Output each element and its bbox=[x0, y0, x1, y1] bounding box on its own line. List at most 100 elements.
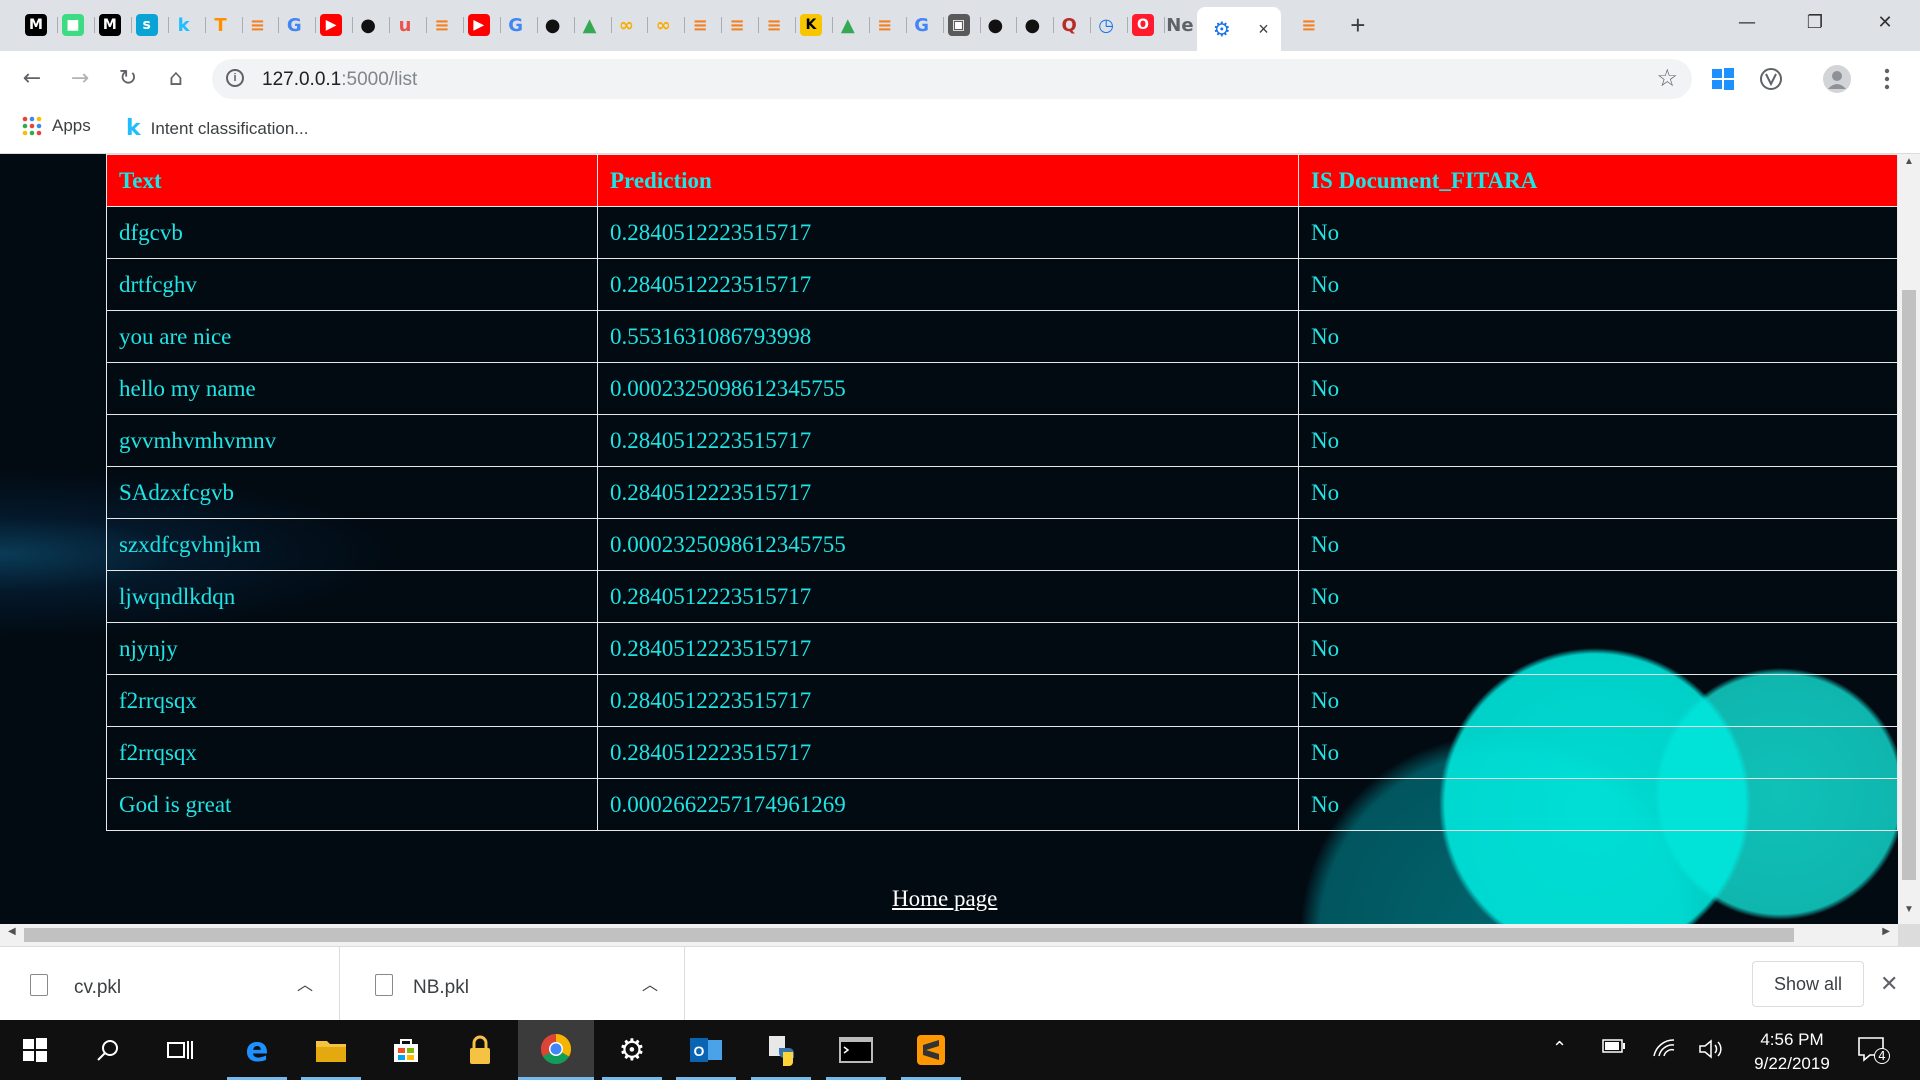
close-download-shelf-icon[interactable]: ✕ bbox=[1880, 971, 1898, 997]
cell-text: you are nice bbox=[106, 310, 598, 363]
cell-prediction: 0.2840512223515717 bbox=[597, 674, 1299, 727]
start-button[interactable] bbox=[0, 1020, 70, 1080]
settings-gear-icon: ⚙ bbox=[1212, 17, 1231, 41]
home-page-link[interactable]: Home page bbox=[892, 886, 997, 912]
file-icon bbox=[375, 974, 393, 996]
medium-icon: M bbox=[98, 14, 121, 36]
windows-extension-icon[interactable] bbox=[1708, 64, 1738, 94]
taskbar-chrome[interactable] bbox=[518, 1020, 594, 1080]
chevron-up-icon[interactable]: ︿ bbox=[297, 971, 313, 995]
taskbar-lock-app[interactable] bbox=[444, 1020, 516, 1080]
system-clock[interactable]: 4:56 PM 9/22/2019 bbox=[1740, 1028, 1844, 1076]
task-view-button[interactable] bbox=[144, 1020, 216, 1080]
history-icon: ◷ bbox=[1098, 14, 1114, 36]
download-filename: cv.pkl bbox=[74, 977, 122, 998]
address-bar[interactable]: i 127.0.0.1:5000/list ☆ bbox=[212, 59, 1692, 99]
scroll-right-arrow-icon[interactable]: ▶ bbox=[1882, 926, 1890, 937]
url-text[interactable]: 127.0.0.1:5000/list bbox=[262, 69, 417, 91]
clock-time: 4:56 PM bbox=[1760, 1030, 1824, 1049]
cell-prediction: 0.2840512223515717 bbox=[597, 206, 1299, 259]
cell-is-document: No bbox=[1298, 258, 1898, 311]
vertical-scrollbar[interactable]: ▲ ▼ bbox=[1898, 154, 1920, 924]
back-button[interactable]: ← bbox=[16, 63, 48, 95]
bookmark-intent-classification[interactable]: k Intent classification... bbox=[126, 116, 308, 141]
site-info-icon[interactable]: i bbox=[226, 69, 244, 87]
cell-text: SAdzxfcgvb bbox=[106, 466, 598, 519]
browser-tab[interactable]: ≡ bbox=[1287, 7, 1331, 43]
active-browser-tab[interactable]: ⚙ × bbox=[1196, 7, 1281, 51]
chrome-icon bbox=[540, 1033, 572, 1064]
forward-button[interactable]: → bbox=[64, 63, 96, 95]
minimize-window-button[interactable]: — bbox=[1724, 8, 1770, 38]
reload-button[interactable]: ↻ bbox=[112, 63, 144, 95]
cell-prediction: 0.2840512223515717 bbox=[597, 466, 1299, 519]
github-icon: ● bbox=[360, 14, 376, 36]
taskbar-store[interactable] bbox=[370, 1020, 442, 1080]
cell-is-document: No bbox=[1298, 570, 1898, 623]
close-tab-icon[interactable]: × bbox=[1258, 19, 1269, 40]
bookmark-apps[interactable]: Apps bbox=[22, 116, 91, 136]
action-center-button[interactable]: 4 bbox=[1858, 1036, 1890, 1069]
taskbar-edge[interactable]: e bbox=[221, 1020, 293, 1080]
vimium-extension-icon[interactable] bbox=[1756, 64, 1786, 94]
github-icon: ● bbox=[1024, 14, 1041, 36]
scroll-up-arrow-icon[interactable]: ▲ bbox=[1898, 156, 1920, 174]
scroll-left-arrow-icon[interactable]: ◀ bbox=[8, 926, 16, 937]
taskbar-outlook[interactable]: O bbox=[670, 1020, 742, 1080]
chrome-menu-icon[interactable] bbox=[1872, 64, 1902, 94]
edge-icon: e bbox=[245, 1030, 269, 1070]
github-icon: ● bbox=[544, 14, 561, 36]
bookmark-star-icon[interactable]: ☆ bbox=[1656, 64, 1678, 93]
file-icon bbox=[30, 974, 48, 996]
horizontal-scrollbar[interactable]: ◀ ▶ bbox=[0, 924, 1898, 946]
cell-prediction: 0.2840512223515717 bbox=[597, 570, 1299, 623]
profile-avatar[interactable] bbox=[1822, 64, 1852, 94]
browser-tab[interactable]: Ne bbox=[1158, 7, 1202, 43]
cell-text: dfgcvb bbox=[106, 206, 598, 259]
udemy-icon: u bbox=[398, 14, 412, 36]
taskbar-sublime[interactable] bbox=[895, 1020, 967, 1080]
opera-icon: O bbox=[1132, 14, 1154, 36]
home-icon: ⌂ bbox=[169, 66, 183, 91]
stackoverflow-icon: ≡ bbox=[434, 14, 450, 36]
show-hidden-icons-icon[interactable]: ⌃ bbox=[1552, 1038, 1567, 1059]
close-window-button[interactable]: ✕ bbox=[1862, 8, 1908, 38]
chevron-up-icon[interactable]: ︿ bbox=[642, 971, 658, 995]
scroll-down-arrow-icon[interactable]: ▼ bbox=[1898, 904, 1920, 922]
taskbar-file-explorer[interactable] bbox=[295, 1020, 367, 1080]
battery-icon[interactable] bbox=[1602, 1038, 1626, 1059]
padlock-icon bbox=[470, 1035, 490, 1064]
table-row: SAdzxfcgvb 0.2840512223515717 No bbox=[106, 466, 1898, 519]
settings-gear-icon: ⚙ bbox=[618, 1032, 646, 1068]
vertical-scroll-thumb[interactable] bbox=[1902, 290, 1916, 880]
spacy-icon: s bbox=[135, 14, 158, 36]
cell-prediction: 0.2840512223515717 bbox=[597, 726, 1299, 779]
cell-is-document: No bbox=[1298, 674, 1898, 727]
table-row: szxdfcgvhnjkm 0.0002325098612345755 No bbox=[106, 518, 1898, 571]
taskbar-python[interactable] bbox=[745, 1020, 817, 1080]
search-button[interactable] bbox=[72, 1020, 144, 1080]
windows-logo-icon bbox=[23, 1038, 47, 1062]
download-shelf: cv.pkl ︿ NB.pkl ︿ Show all ✕ bbox=[0, 946, 1920, 1021]
cell-prediction: 0.0002325098612345755 bbox=[597, 518, 1299, 571]
stackoverflow-icon: ≡ bbox=[249, 14, 265, 36]
taskbar-terminal[interactable] bbox=[820, 1020, 892, 1080]
youtube-icon: ▶ bbox=[467, 14, 490, 36]
taskbar-settings[interactable]: ⚙ bbox=[596, 1020, 668, 1080]
task-view-icon bbox=[167, 1041, 193, 1059]
cell-text: njynjy bbox=[106, 622, 598, 675]
new-tab-button[interactable]: + bbox=[1343, 10, 1373, 40]
cell-is-document: No bbox=[1298, 726, 1898, 779]
download-item[interactable]: NB.pkl ︿ bbox=[341, 947, 685, 1021]
download-item[interactable]: cv.pkl ︿ bbox=[0, 947, 340, 1021]
show-all-button[interactable]: Show all bbox=[1752, 961, 1864, 1007]
home-button[interactable]: ⌂ bbox=[160, 63, 192, 95]
volume-icon[interactable] bbox=[1698, 1038, 1724, 1065]
cell-prediction: 0.2840512223515717 bbox=[597, 622, 1299, 675]
url-path: :5000/list bbox=[341, 69, 418, 90]
forward-arrow-icon: → bbox=[70, 66, 90, 91]
horizontal-scroll-thumb[interactable] bbox=[24, 928, 1794, 942]
sublime-text-icon bbox=[917, 1035, 945, 1065]
restore-window-button[interactable]: ❐ bbox=[1792, 8, 1838, 38]
wifi-icon[interactable] bbox=[1652, 1038, 1676, 1063]
